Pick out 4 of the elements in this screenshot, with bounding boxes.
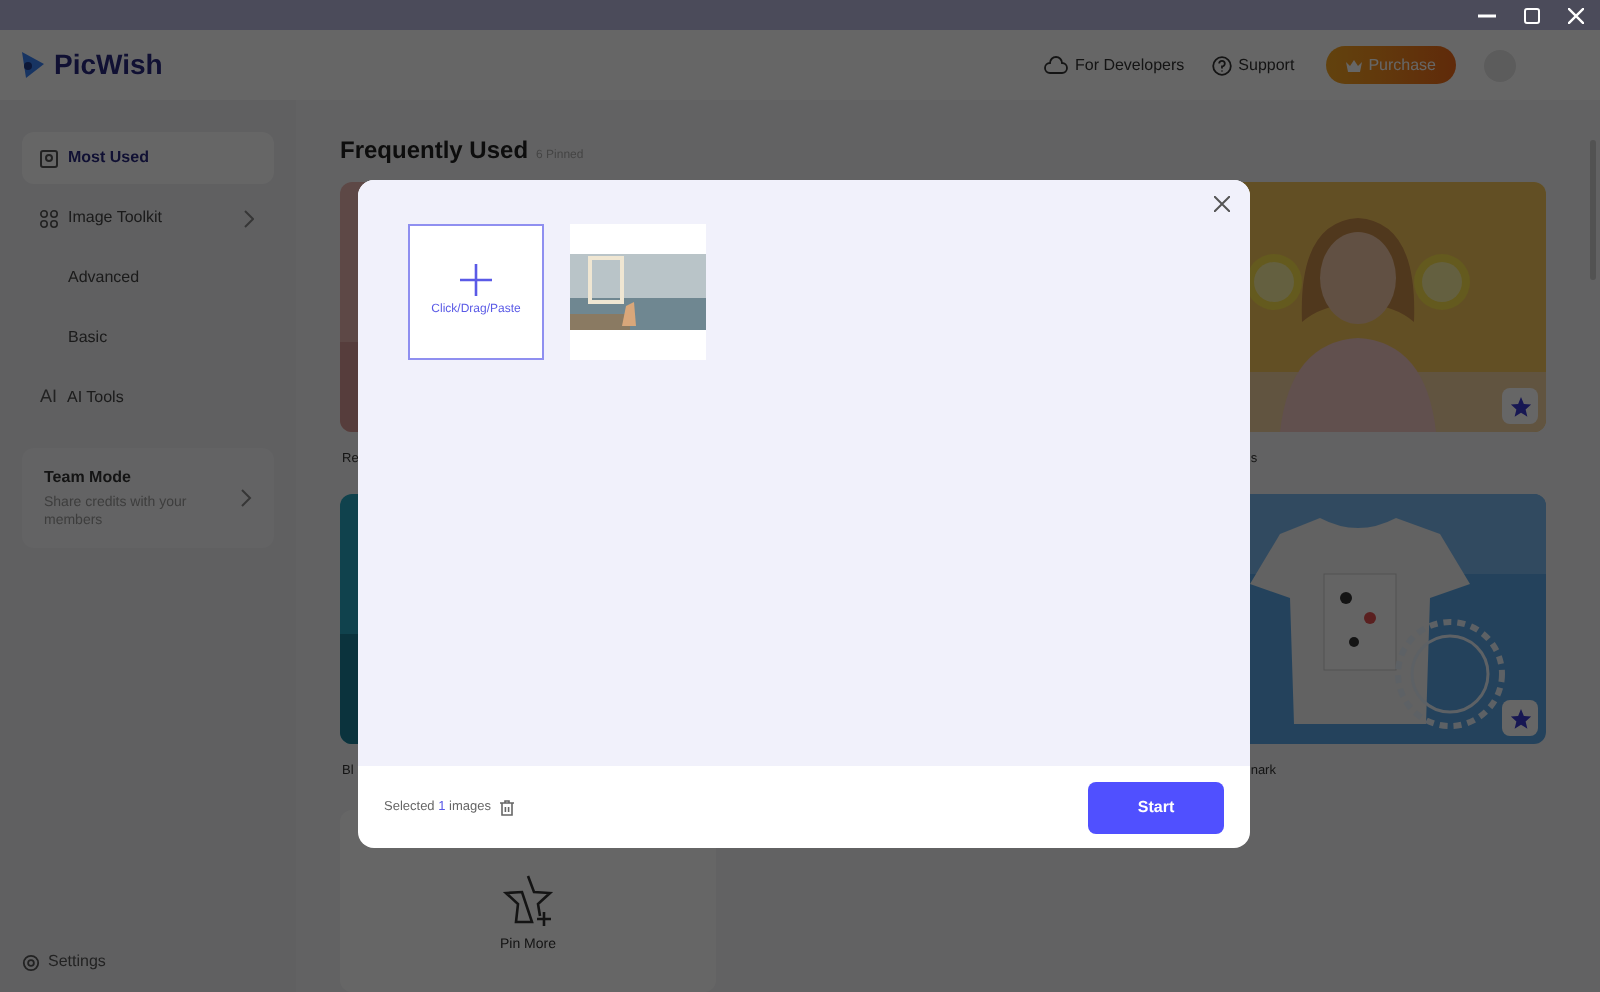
section-title: Frequently Used — [340, 134, 529, 168]
team-mode-title: Team Mode — [44, 466, 133, 490]
ai-icon: AI — [40, 384, 58, 412]
app-name: PicWish — [54, 46, 163, 84]
